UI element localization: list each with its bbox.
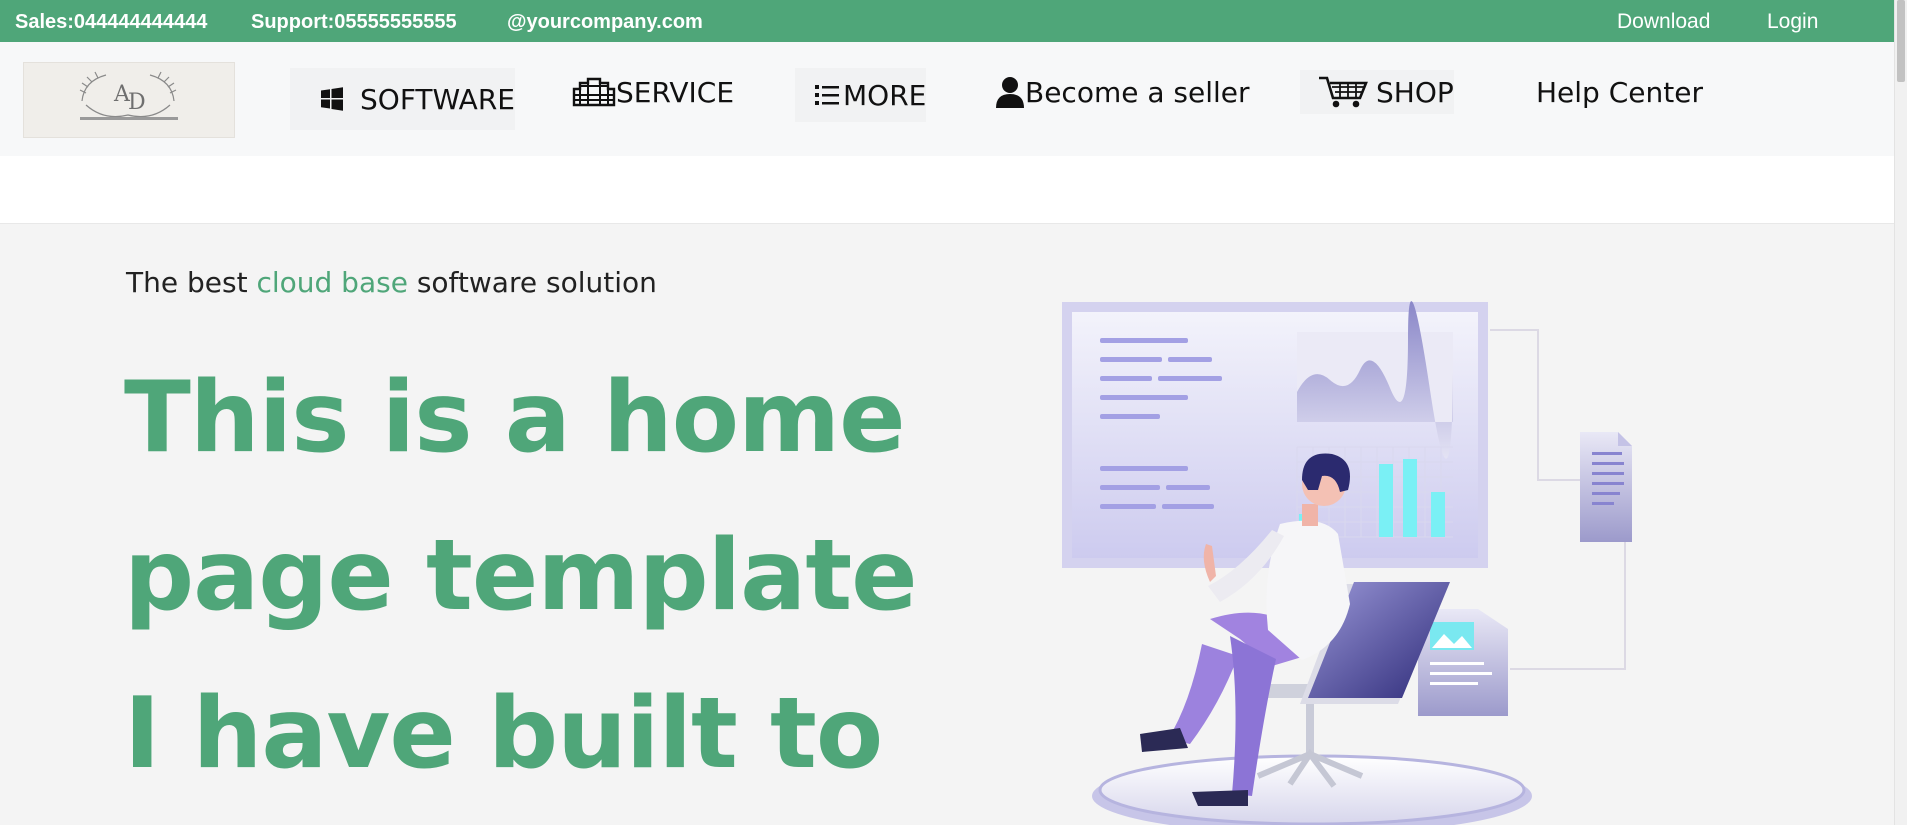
nav-become-seller-label: Become a seller	[1025, 75, 1250, 109]
tagline-suffix: software solution	[407, 266, 657, 299]
company-logo[interactable]: A D	[23, 62, 235, 138]
nav-shop-label: SHOP	[1376, 75, 1454, 109]
nav-help-center-label: Help Center	[1536, 75, 1703, 109]
nav-shop[interactable]: SHOP	[1300, 70, 1454, 114]
nav-service-label: SERVICE	[616, 75, 735, 109]
nav-more-label: MORE	[843, 78, 927, 112]
nav-become-seller[interactable]: Become a seller	[995, 70, 1250, 114]
logo-emblem: A D	[79, 71, 178, 120]
contact-email: @yourcompany.com	[507, 11, 703, 33]
windows-icon	[320, 87, 344, 111]
nav-service[interactable]: SERVICE	[572, 70, 734, 114]
nav-help-center[interactable]: Help Center	[1536, 70, 1703, 114]
nav-software[interactable]: SOFTWARE	[290, 68, 515, 130]
vertical-scrollbar[interactable]	[1894, 0, 1907, 825]
scrollbar-thumb[interactable]	[1897, 0, 1905, 82]
hero-illustration	[1062, 301, 1632, 825]
hero-tagline: The best cloud base software solution	[126, 266, 657, 299]
login-link[interactable]: Login	[1767, 0, 1818, 42]
hero-headline: This is a home page template I have buil…	[124, 361, 918, 791]
user-icon	[995, 76, 1025, 108]
main-nav: A D SOFTWARE SERVICE MORE Become a selle…	[0, 42, 1895, 156]
building-icon	[572, 77, 616, 107]
svg-text:D: D	[128, 90, 146, 115]
hero-section: The best cloud base software solution Th…	[0, 224, 1895, 825]
cart-icon	[1318, 75, 1370, 109]
tagline-accent: cloud base	[256, 266, 408, 299]
sales-phone: Sales:044444444444	[15, 11, 208, 33]
list-icon	[815, 83, 839, 107]
download-link[interactable]: Download	[1617, 0, 1710, 42]
nav-more[interactable]: MORE	[795, 68, 927, 122]
nav-software-label: SOFTWARE	[360, 82, 515, 116]
support-phone: Support:05555555555	[251, 11, 457, 33]
top-contact-bar: Sales:044444444444 Support:05555555555 @…	[0, 0, 1895, 42]
tagline-prefix: The best	[126, 266, 257, 299]
nav-spacer	[0, 156, 1895, 224]
